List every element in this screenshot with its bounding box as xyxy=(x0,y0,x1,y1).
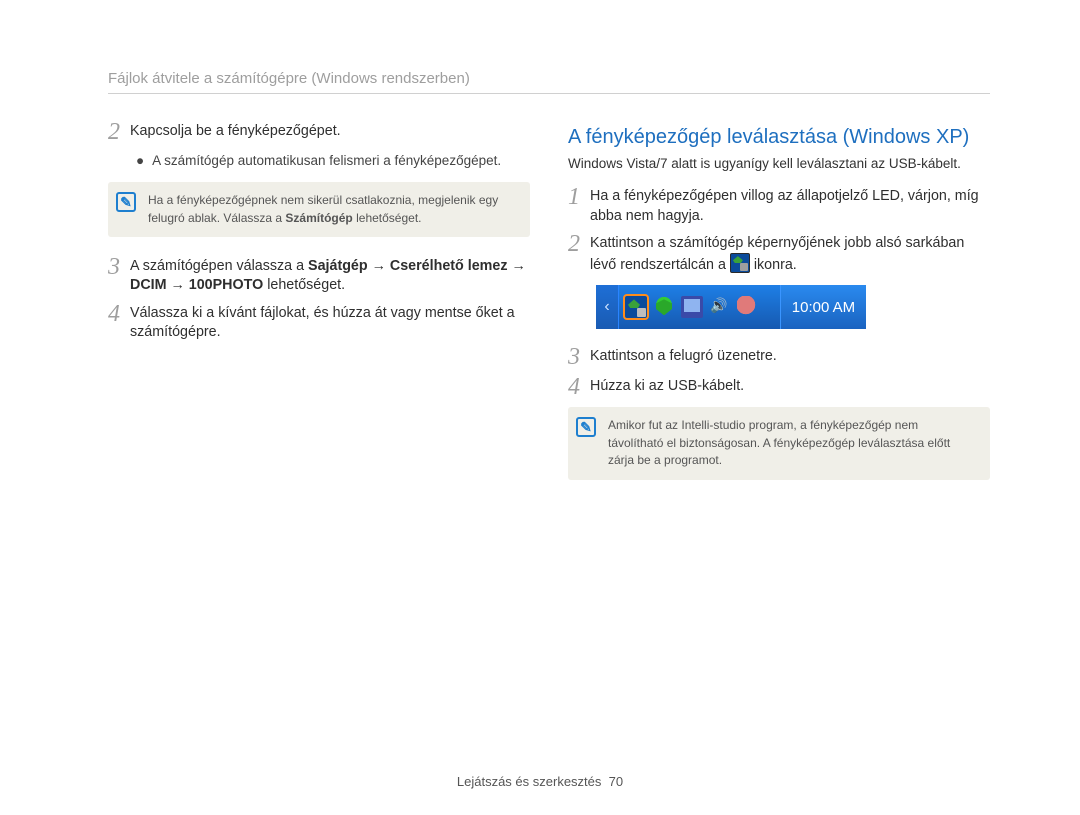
step-number: 4 xyxy=(568,375,580,399)
step2-post: ikonra. xyxy=(750,257,797,273)
note-text-bold: Számítógép xyxy=(285,211,352,225)
tray-expand-chevron-icon[interactable]: ‹ xyxy=(596,285,619,329)
system-tray: ‹ 10:00 AM xyxy=(596,285,866,329)
bullet-text: A számítógép automatikusan felismeri a f… xyxy=(152,152,501,170)
right-step-2: 2 Kattintson a számítógép képernyőjének … xyxy=(568,234,990,276)
tray-icons xyxy=(619,285,780,329)
step-number: 3 xyxy=(568,345,580,369)
step3-b2: Cserélhető lemez xyxy=(390,258,508,274)
user-icon[interactable] xyxy=(737,296,759,318)
note-icon: ✎ xyxy=(576,417,596,437)
step-text: Kapcsolja be a fényképezőgépet. xyxy=(130,122,530,144)
step-text: Kattintson a számítógép képernyőjének jo… xyxy=(590,234,990,276)
step3-b4: 100PHOTO xyxy=(189,277,263,293)
section-subtext: Windows Vista/7 alatt is ugyanígy kell l… xyxy=(568,155,990,173)
step-text: Kattintson a felugró üzenetre. xyxy=(590,347,990,369)
page-number: 70 xyxy=(609,774,623,789)
note-box: ✎ Amikor fut az Intelli-studio program, … xyxy=(568,407,990,479)
page-footer: Lejátszás és szerkesztés 70 xyxy=(0,774,1080,789)
step-text: A számítógépen válassza a Sajátgép → Cse… xyxy=(130,257,530,296)
left-step-3: 3 A számítógépen válassza a Sajátgép → C… xyxy=(108,257,530,296)
step-text: Húzza ki az USB-kábelt. xyxy=(590,377,990,399)
step-text: Ha a fényképezőgépen villog az állapotje… xyxy=(590,187,990,226)
step3-pre: A számítógépen válassza a xyxy=(130,258,308,274)
step-number: 2 xyxy=(108,120,120,144)
section-title: A fényképezőgép leválasztása (Windows XP… xyxy=(568,126,990,149)
display-icon[interactable] xyxy=(681,296,703,318)
right-column: A fényképezőgép leválasztása (Windows XP… xyxy=(568,122,990,500)
step-number: 3 xyxy=(108,255,120,296)
step-number: 4 xyxy=(108,302,120,343)
right-step-3: 3 Kattintson a felugró üzenetre. xyxy=(568,347,990,369)
header-title: Fájlok átvitele a számítógépre (Windows … xyxy=(108,70,990,94)
step3-post: lehetőséget. xyxy=(263,277,345,293)
footer-label: Lejátszás és szerkesztés xyxy=(457,774,602,789)
step3-b1: Sajátgép xyxy=(308,258,368,274)
note-icon: ✎ xyxy=(116,192,136,212)
left-column: 2 Kapcsolja be a fényképezőgépet. ● A sz… xyxy=(108,122,530,500)
arrow-icon: → xyxy=(368,258,390,274)
left-step-2: 2 Kapcsolja be a fényképezőgépet. xyxy=(108,122,530,144)
right-step-1: 1 Ha a fényképezőgépen villog az állapot… xyxy=(568,187,990,226)
note-text: Amikor fut az Intelli-studio program, a … xyxy=(608,418,950,467)
tray-clock[interactable]: 10:00 AM xyxy=(780,285,866,329)
right-step-4: 4 Húzza ki az USB-kábelt. xyxy=(568,377,990,399)
step-text: Válassza ki a kívánt fájlokat, és húzza … xyxy=(130,304,530,343)
content-columns: 2 Kapcsolja be a fényképezőgépet. ● A sz… xyxy=(108,122,990,500)
arrow-icon: → xyxy=(167,277,189,293)
bullet-list: ● A számítógép automatikusan felismeri a… xyxy=(136,152,530,170)
safely-remove-hardware-icon[interactable] xyxy=(625,296,647,318)
left-step-4: 4 Válassza ki a kívánt fájlokat, és húzz… xyxy=(108,304,530,343)
note-box: ✎ Ha a fényképezőgépnek nem sikerül csat… xyxy=(108,182,530,237)
step-number: 2 xyxy=(568,232,580,276)
security-shield-icon[interactable] xyxy=(653,296,675,318)
step3-b3: DCIM xyxy=(130,277,167,293)
note-text-b: lehetőséget. xyxy=(353,211,422,225)
bullet-item: ● A számítógép automatikusan felismeri a… xyxy=(136,152,530,170)
step-number: 1 xyxy=(568,185,580,226)
safely-remove-icon xyxy=(730,253,750,273)
volume-icon[interactable] xyxy=(709,296,731,318)
page: Fájlok átvitele a számítógépre (Windows … xyxy=(0,0,1080,815)
bullet-dot-icon: ● xyxy=(136,152,144,170)
arrow-icon: → xyxy=(507,258,525,274)
